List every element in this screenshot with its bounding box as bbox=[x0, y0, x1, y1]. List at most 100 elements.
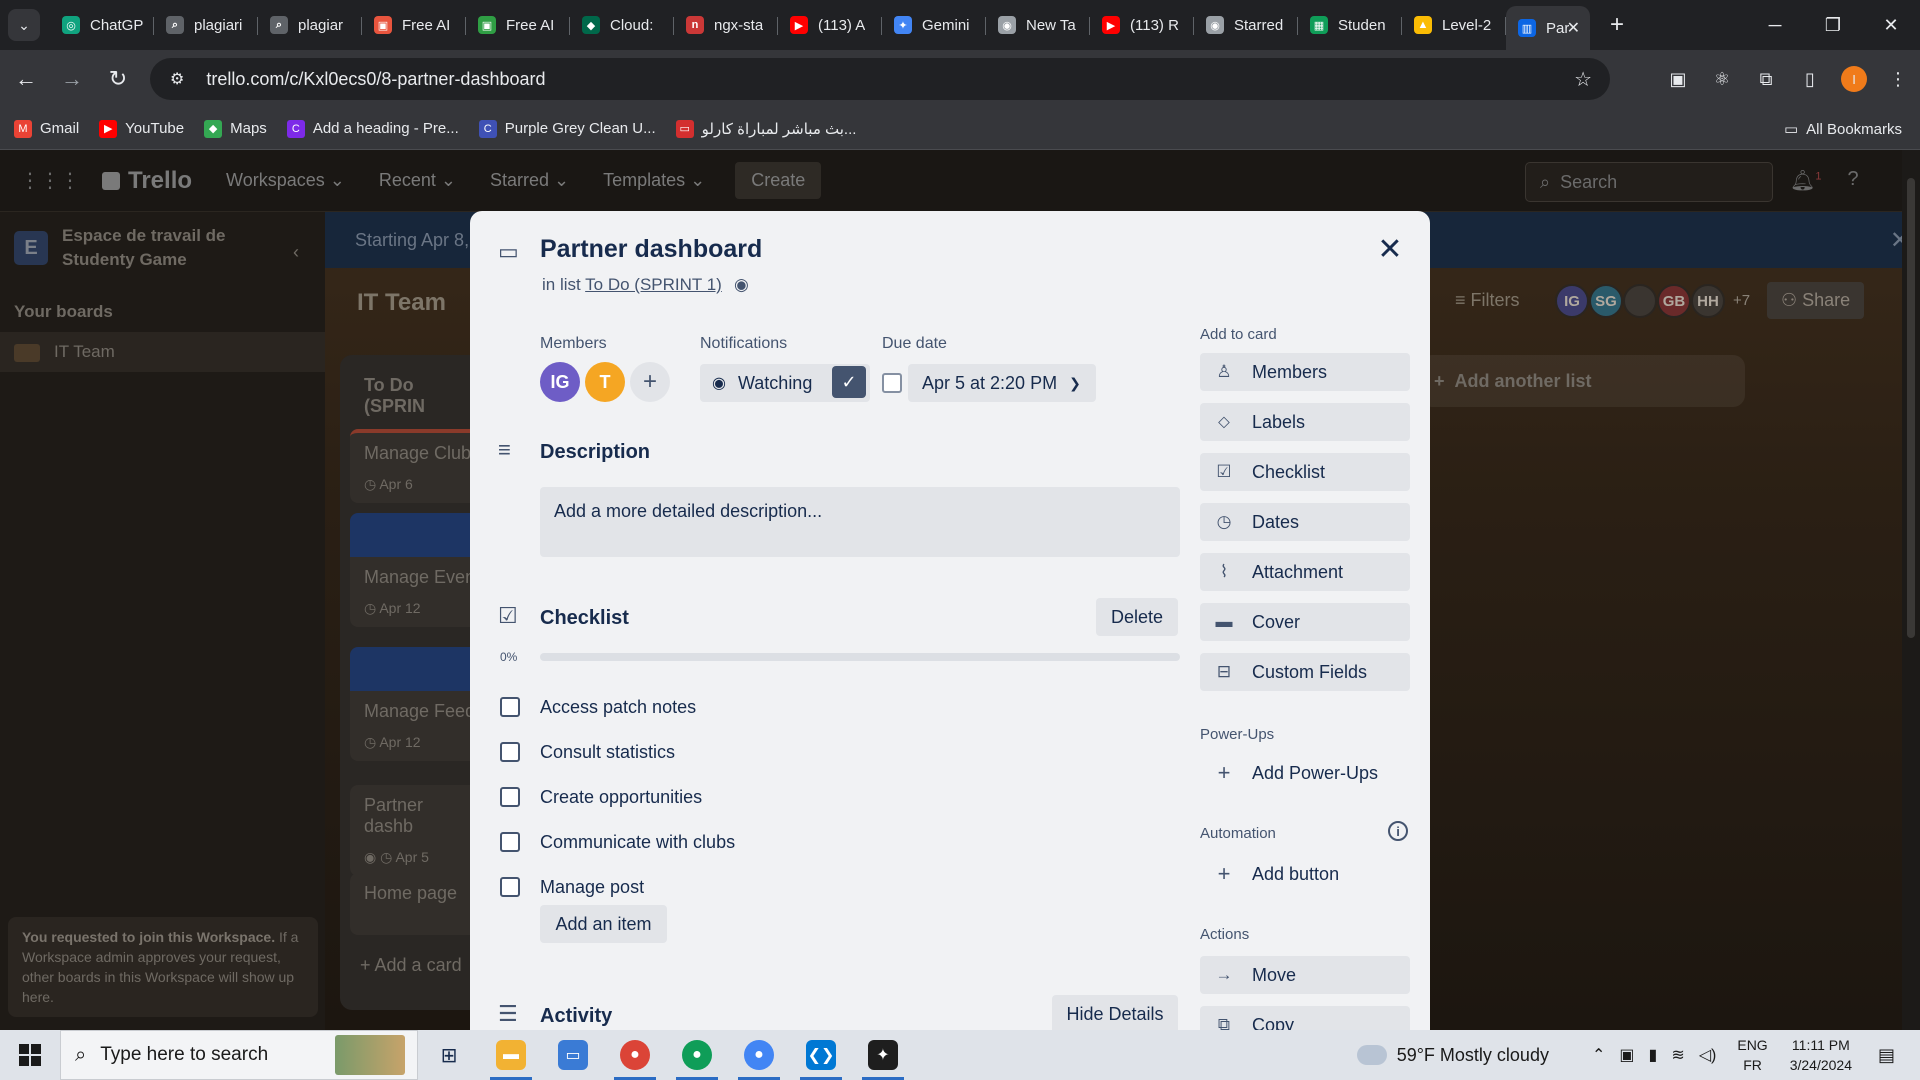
browser-tab[interactable]: ✦ Gemini bbox=[882, 5, 986, 45]
add-another-list-button[interactable]: + Add another list bbox=[1420, 355, 1745, 407]
card-title-heading[interactable]: Partner dashboard bbox=[540, 235, 762, 264]
taskbar-search[interactable]: ⌕ Type here to search bbox=[60, 1030, 418, 1080]
menu-starred[interactable]: Starred ⌄ bbox=[490, 170, 569, 191]
bookmark-item[interactable]: ▶ YouTube bbox=[99, 119, 184, 138]
browser-tab[interactable]: ▦ Studen bbox=[1298, 5, 1402, 45]
board-member-avatar[interactable] bbox=[1623, 284, 1657, 318]
copy-button[interactable]: ⧉ Copy bbox=[1200, 1006, 1410, 1030]
notifications-bell-icon[interactable]: 🔔︎1 bbox=[1790, 168, 1822, 193]
computer-icon[interactable]: ▭ bbox=[542, 1030, 604, 1080]
browser-tab[interactable]: ▶ (113) R bbox=[1090, 5, 1194, 45]
bookmark-item[interactable]: M Gmail bbox=[14, 119, 79, 138]
profile-avatar[interactable]: I bbox=[1841, 66, 1867, 92]
bitwarden-extension-icon[interactable]: ▣ bbox=[1656, 69, 1700, 90]
close-icon[interactable]: ✕ bbox=[1372, 231, 1408, 267]
board-member-avatar[interactable]: IG bbox=[1555, 284, 1589, 318]
share-button[interactable]: ⚇ Share bbox=[1767, 282, 1865, 319]
sidebar-item-it-team[interactable]: IT Team bbox=[0, 332, 325, 372]
checklist-item-text[interactable]: Manage post bbox=[540, 877, 644, 898]
browser-tab[interactable]: ▲ Level-2 bbox=[1402, 5, 1506, 45]
browser-tab[interactable]: ⌕ plagiari bbox=[154, 5, 258, 45]
due-date-button[interactable]: Apr 5 at 2:20 PM ❯ bbox=[908, 364, 1096, 402]
chrome-profile-3-icon[interactable]: ● bbox=[728, 1030, 790, 1080]
clock[interactable]: 11:11 PM 3/24/2024 bbox=[1790, 1035, 1852, 1075]
add-powerups-button[interactable]: + Add Power-Ups bbox=[1200, 754, 1379, 792]
extensions-puzzle-icon[interactable]: ⧉ bbox=[1744, 69, 1788, 90]
checklist-item-text[interactable]: Communicate with clubs bbox=[540, 832, 735, 853]
add-to-card-dates-button[interactable]: ◷ Dates bbox=[1200, 503, 1410, 541]
checklist-item[interactable]: Access patch notes bbox=[500, 692, 696, 722]
url-text[interactable]: trello.com/c/Kxl0ecs0/8-partner-dashboar… bbox=[206, 69, 545, 90]
back-icon[interactable]: ← bbox=[6, 59, 46, 99]
minimize-icon[interactable]: ─ bbox=[1746, 0, 1804, 50]
weather-widget[interactable]: 59°F Mostly cloudy bbox=[1352, 1039, 1549, 1066]
restore-icon[interactable]: ❐ bbox=[1804, 0, 1862, 50]
wifi-icon[interactable]: ≋ bbox=[1671, 1045, 1684, 1065]
checklist-item[interactable]: Manage post bbox=[500, 872, 644, 902]
checklist-item-checkbox[interactable] bbox=[500, 697, 520, 717]
bookmark-item[interactable]: C Purple Grey Clean U... bbox=[478, 119, 656, 138]
page-scrollbar[interactable] bbox=[1902, 150, 1920, 1030]
close-window-icon[interactable]: ✕ bbox=[1862, 0, 1920, 50]
checklist-title[interactable]: Checklist bbox=[540, 607, 629, 630]
filters-button[interactable]: ≡ Filters bbox=[1455, 290, 1520, 311]
close-tab-icon[interactable]: ✕ bbox=[1567, 18, 1580, 38]
watching-check-icon[interactable]: ✓ bbox=[832, 366, 866, 398]
language-indicator[interactable]: ENG FR bbox=[1737, 1035, 1767, 1075]
checklist-item[interactable]: Communicate with clubs bbox=[500, 827, 735, 857]
bookmark-item[interactable]: C Add a heading - Pre... bbox=[286, 119, 459, 138]
menu-recent[interactable]: Recent ⌄ bbox=[379, 170, 456, 191]
description-input[interactable]: Add a more detailed description... bbox=[540, 487, 1180, 557]
menu-templates[interactable]: Templates ⌄ bbox=[603, 170, 705, 191]
bookmark-star-icon[interactable]: ☆ bbox=[1574, 67, 1592, 92]
member-avatar-t[interactable]: T bbox=[585, 362, 625, 402]
scrollbar-thumb[interactable] bbox=[1907, 178, 1915, 638]
figma-icon[interactable]: ✦ bbox=[852, 1030, 914, 1080]
browser-tab[interactable]: ⌕ plagiar bbox=[258, 5, 362, 45]
list-link[interactable]: To Do (SPRINT 1) bbox=[585, 275, 722, 294]
card-manage-club[interactable]: Manage Club ◷ Apr 6 bbox=[350, 429, 490, 503]
browser-tab[interactable]: ◉ New Ta bbox=[986, 5, 1090, 45]
volume-icon[interactable]: ◁) bbox=[1699, 1045, 1717, 1065]
add-to-card-checklist-button[interactable]: ☑ Checklist bbox=[1200, 453, 1410, 491]
checklist-item[interactable]: Consult statistics bbox=[500, 737, 675, 767]
browser-tab[interactable]: n ngx-sta bbox=[674, 5, 778, 45]
checklist-item[interactable]: Create opportunities bbox=[500, 782, 702, 812]
move-button[interactable]: → Move bbox=[1200, 956, 1410, 994]
board-member-avatar[interactable]: GB bbox=[1657, 284, 1691, 318]
browser-tab[interactable]: ◉ Starred bbox=[1194, 5, 1298, 45]
board-member-avatar[interactable]: HH bbox=[1691, 284, 1725, 318]
list-title[interactable]: To Do (SPRIN bbox=[340, 355, 490, 437]
bookmark-item[interactable]: ▭ بث مباشر لمباراة كارلو... bbox=[675, 119, 856, 138]
browser-tab[interactable]: ▣ Free AI bbox=[466, 5, 570, 45]
notification-center-icon[interactable]: ▤ bbox=[1878, 1045, 1908, 1066]
trello-search[interactable]: ⌕ Search bbox=[1525, 162, 1773, 202]
file-explorer-icon[interactable]: ▬ bbox=[480, 1030, 542, 1080]
show-hidden-icons-icon[interactable]: ⌃ bbox=[1592, 1045, 1605, 1065]
add-card-button[interactable]: + Add a card bbox=[360, 955, 462, 976]
reload-icon[interactable]: ↻ bbox=[98, 59, 138, 99]
checklist-item-checkbox[interactable] bbox=[500, 787, 520, 807]
add-member-button[interactable]: + bbox=[630, 362, 670, 402]
add-to-card-labels-button[interactable]: ⬦ Labels bbox=[1200, 403, 1410, 441]
member-avatar-ig[interactable]: IG bbox=[540, 362, 580, 402]
start-button[interactable] bbox=[0, 1044, 60, 1066]
add-to-card-members-button[interactable]: ♙ Members bbox=[1200, 353, 1410, 391]
bookmark-item[interactable]: ◆ Maps bbox=[204, 119, 267, 138]
react-devtools-icon[interactable]: ⚛ bbox=[1700, 69, 1744, 90]
add-to-card-cover-button[interactable]: ▬ Cover bbox=[1200, 603, 1410, 641]
checklist-item-checkbox[interactable] bbox=[500, 832, 520, 852]
browser-tab[interactable]: ▶ (113) A bbox=[778, 5, 882, 45]
card-partner-dashboard[interactable]: Partner dashb ◉ ◷ Apr 5 bbox=[350, 785, 490, 876]
address-bar[interactable]: ⚙ trello.com/c/Kxl0ecs0/8-partner-dashbo… bbox=[150, 58, 1610, 100]
checklist-item-checkbox[interactable] bbox=[500, 877, 520, 897]
chrome-menu-icon[interactable]: ⋮ bbox=[1876, 69, 1920, 90]
delete-checklist-button[interactable]: Delete bbox=[1096, 598, 1178, 636]
trello-logo[interactable]: Trello bbox=[102, 167, 192, 195]
add-to-card-attachment-button[interactable]: ⌇ Attachment bbox=[1200, 553, 1410, 591]
chrome-profile-1-icon[interactable]: ● bbox=[604, 1030, 666, 1080]
extra-members-count[interactable]: +7 bbox=[1733, 284, 1750, 318]
card-home-page[interactable]: Home page bbox=[350, 873, 490, 935]
create-button[interactable]: Create bbox=[735, 162, 822, 199]
meet-now-icon[interactable]: ▣ bbox=[1619, 1045, 1634, 1065]
